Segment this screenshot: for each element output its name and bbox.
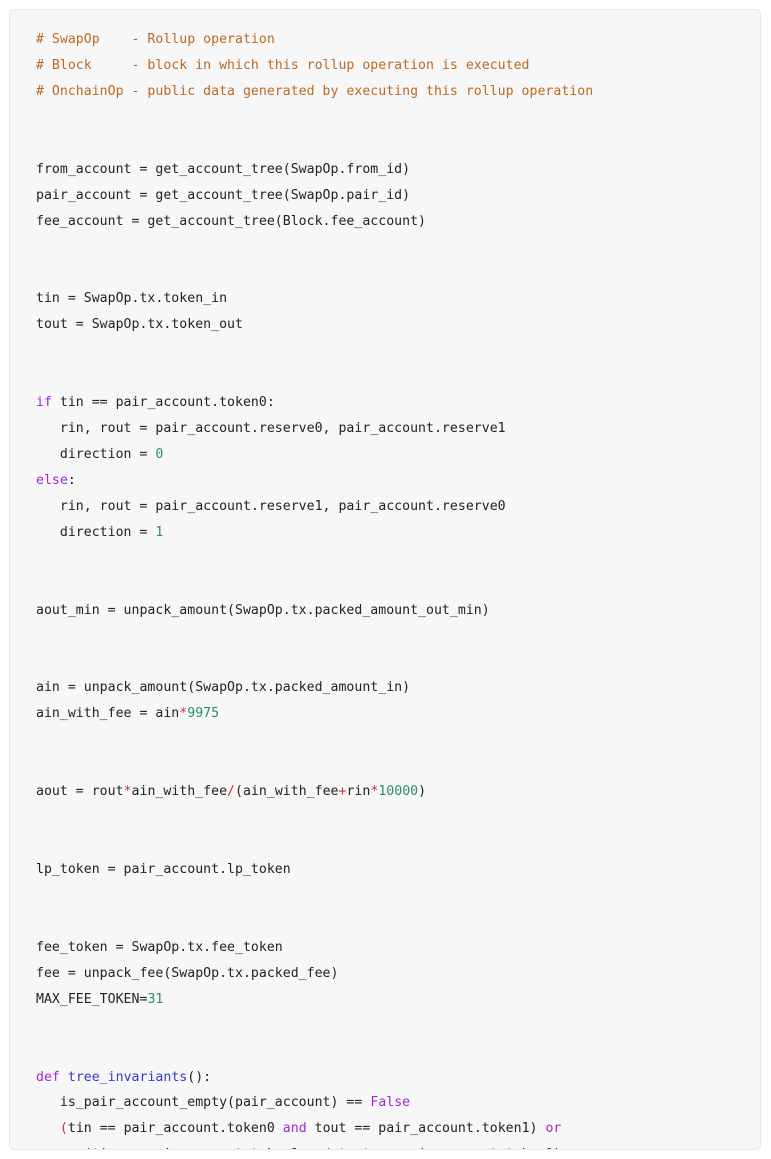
code-token: rin, rout = pair_account.reserve0, pair_… <box>36 421 506 437</box>
code-token: lp_token = pair_account.lp_token <box>36 862 291 877</box>
code-token: rin, rout = pair_account.reserve1, pair_… <box>36 498 506 514</box>
code-token: is_pair_account_empty(pair_account) == <box>36 1095 371 1111</box>
code-token: fee_token = SwapOp.tx.fee_token <box>36 939 283 955</box>
code-token: MAX_FEE_TOKEN= <box>36 991 148 1007</box>
code-token: if <box>36 395 52 411</box>
code-token: ain = unpack_amount(SwapOp.tx.packed_amo… <box>36 680 411 696</box>
code-token: fee_account = get_account_tree(Block.fee… <box>36 213 427 229</box>
code-token: 9975 <box>187 706 220 722</box>
code-token: fee = unpack_fee(SwapOp.tx.packed_fee) <box>36 965 339 981</box>
code-line: lp_token = pair_account.lp_token <box>36 857 760 883</box>
code-line: (tin == pair_account.token0 and tout == … <box>36 1116 760 1142</box>
code-line: (tin == pair_account.token1 and tout == … <box>36 1142 760 1149</box>
code-line: direction = 0 <box>36 442 760 468</box>
code-line: is_pair_account_empty(pair_account) == F… <box>36 1090 760 1116</box>
code-line: def tree_invariants(): <box>36 1065 760 1091</box>
code-token: tout = SwapOp.tx.token_out <box>36 317 243 333</box>
code-token: direction = <box>36 447 156 462</box>
code-line: ain_with_fee = ain*9975 <box>36 701 760 727</box>
code-token: aout = rout <box>36 784 124 800</box>
code-line: direction = 1 <box>36 520 760 546</box>
code-line: fee_token = SwapOp.tx.fee_token <box>36 935 760 961</box>
code-token: and <box>307 1147 331 1149</box>
code-token: # OnchainOp - public data generated by e… <box>36 83 594 99</box>
code-token: ) <box>418 784 427 800</box>
code-token: ( <box>59 1121 68 1137</box>
code-token: tout == pair_account.token0) <box>331 1147 562 1149</box>
code-token: 31 <box>147 991 164 1007</box>
code-token: tout == pair_account.token1) <box>306 1121 546 1137</box>
code-token: ain_with_fee <box>131 784 228 800</box>
code-line: aout = rout*ain_with_fee/(ain_with_fee+r… <box>36 779 760 805</box>
code-token: 10000 <box>378 784 419 800</box>
code-token: 0 <box>155 447 164 462</box>
code-token: False <box>370 1095 411 1111</box>
code-line: rin, rout = pair_account.reserve0, pair_… <box>36 416 760 442</box>
code-token: aout_min = unpack_amount(SwapOp.tx.packe… <box>36 602 490 618</box>
code-token: tin == pair_account.token0: <box>51 395 275 411</box>
code-line: from_account = get_account_tree(SwapOp.f… <box>36 157 760 183</box>
code-line: if tin == pair_account.token0: <box>36 390 760 416</box>
code-token: and <box>282 1121 307 1137</box>
code-token: * <box>123 784 132 800</box>
code-token: tree_invariants <box>67 1069 188 1085</box>
code-token: : <box>67 472 76 488</box>
code-line: # Block - block in which this rollup ope… <box>36 53 760 79</box>
code-line: rin, rout = pair_account.reserve1, pair_… <box>36 494 760 520</box>
code-line: aout_min = unpack_amount(SwapOp.tx.packe… <box>36 598 760 624</box>
code-line: MAX_FEE_TOKEN=31 <box>36 987 760 1013</box>
code-line: # SwapOp - Rollup operation <box>36 27 760 53</box>
code-token: ain_with_fee = ain <box>36 706 180 722</box>
code-block-card: # SwapOp - Rollup operation # Block - blo… <box>9 9 761 1150</box>
code-token: or <box>545 1121 562 1137</box>
code-line: pair_account = get_account_tree(SwapOp.p… <box>36 183 760 209</box>
code-token: direction = <box>36 524 156 540</box>
code-line: fee = unpack_fee(SwapOp.tx.packed_fee) <box>36 961 760 987</box>
code-token: / <box>227 784 236 800</box>
code-token: else <box>36 472 68 488</box>
code-token: from_account = get_account_tree(SwapOp.f… <box>36 161 411 177</box>
code-line: fee_account = get_account_tree(Block.fee… <box>36 209 760 235</box>
code-token: (ain_with_fee <box>235 784 339 800</box>
code-token: (): <box>187 1069 212 1085</box>
code-line: tout = SwapOp.tx.token_out <box>36 312 760 338</box>
code-line: ain = unpack_amount(SwapOp.tx.packed_amo… <box>36 675 760 701</box>
code-token: def <box>36 1069 60 1085</box>
code-token: 1 <box>155 524 164 540</box>
code-token: # SwapOp - Rollup operation <box>36 32 275 47</box>
code-token: (tin == pair_account.token1 <box>36 1147 307 1149</box>
code-line: tin = SwapOp.tx.token_in <box>36 286 760 312</box>
code-token: rin <box>346 784 371 800</box>
code-token: tin = SwapOp.tx.token_in <box>36 291 228 307</box>
code-token: tin == pair_account.token0 <box>67 1121 283 1137</box>
code-line: else: <box>36 468 760 494</box>
code-line: # OnchainOp - public data generated by e… <box>36 79 760 105</box>
code-token: pair_account = get_account_tree(SwapOp.p… <box>36 187 411 203</box>
code-lines-container[interactable]: # SwapOp - Rollup operation # Block - blo… <box>10 10 760 1149</box>
code-token: # Block - block in which this rollup ope… <box>36 57 530 73</box>
